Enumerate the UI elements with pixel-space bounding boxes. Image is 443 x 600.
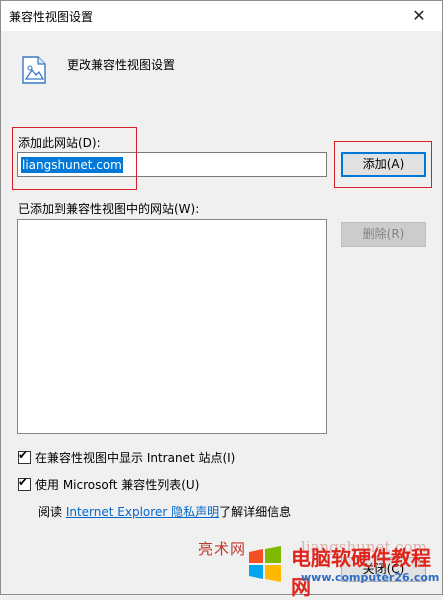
add-site-input-value: liangshunet.com — [21, 157, 123, 173]
watermark-url: www.computer26.com — [301, 571, 440, 584]
privacy-info: 阅读 Internet Explorer 隐私声明了解详细信息 — [38, 503, 291, 520]
ms-list-option[interactable]: ✔ 使用 Microsoft 兼容性列表(U) — [18, 475, 200, 493]
intranet-checkbox[interactable]: ✔ — [18, 448, 31, 464]
remove-button[interactable]: 删除(R) — [341, 222, 426, 247]
close-icon[interactable]: ✕ — [396, 1, 442, 31]
intranet-option[interactable]: ✔ 在兼容性视图中显示 Intranet 站点(I) — [18, 448, 236, 466]
compatibility-view-dialog: 兼容性视图设置 ✕ 更改兼容性视图设置 添加此网站(D): liangshune… — [0, 0, 443, 599]
intranet-label: 在兼容性视图中显示 Intranet 站点(I) — [35, 451, 236, 465]
checkmark-icon: ✔ — [18, 475, 29, 489]
ms-list-label: 使用 Microsoft 兼容性列表(U) — [35, 478, 200, 492]
compatibility-view-icon — [22, 56, 46, 84]
add-site-input[interactable]: liangshunet.com — [17, 152, 327, 177]
privacy-link[interactable]: Internet Explorer 隐私声明 — [66, 505, 219, 519]
add-button[interactable]: 添加(A) — [341, 152, 426, 177]
header-text: 更改兼容性视图设置 — [67, 58, 176, 72]
site-list-label: 已添加到兼容性视图中的网站(W): — [18, 202, 200, 216]
site-list[interactable] — [17, 219, 327, 434]
watermark-text: 亮术网 — [198, 540, 247, 558]
privacy-prefix: 阅读 — [38, 505, 66, 519]
add-site-label: 添加此网站(D): — [18, 136, 101, 150]
windows-logo-icon — [249, 546, 281, 582]
watermark-site: liangshunet.com — [301, 538, 427, 556]
title-bar: 兼容性视图设置 ✕ — [1, 1, 442, 31]
ms-list-checkbox[interactable]: ✔ — [18, 475, 31, 491]
privacy-suffix: 了解详细信息 — [219, 505, 292, 519]
checkmark-icon: ✔ — [18, 448, 29, 462]
window-title: 兼容性视图设置 — [9, 10, 94, 24]
